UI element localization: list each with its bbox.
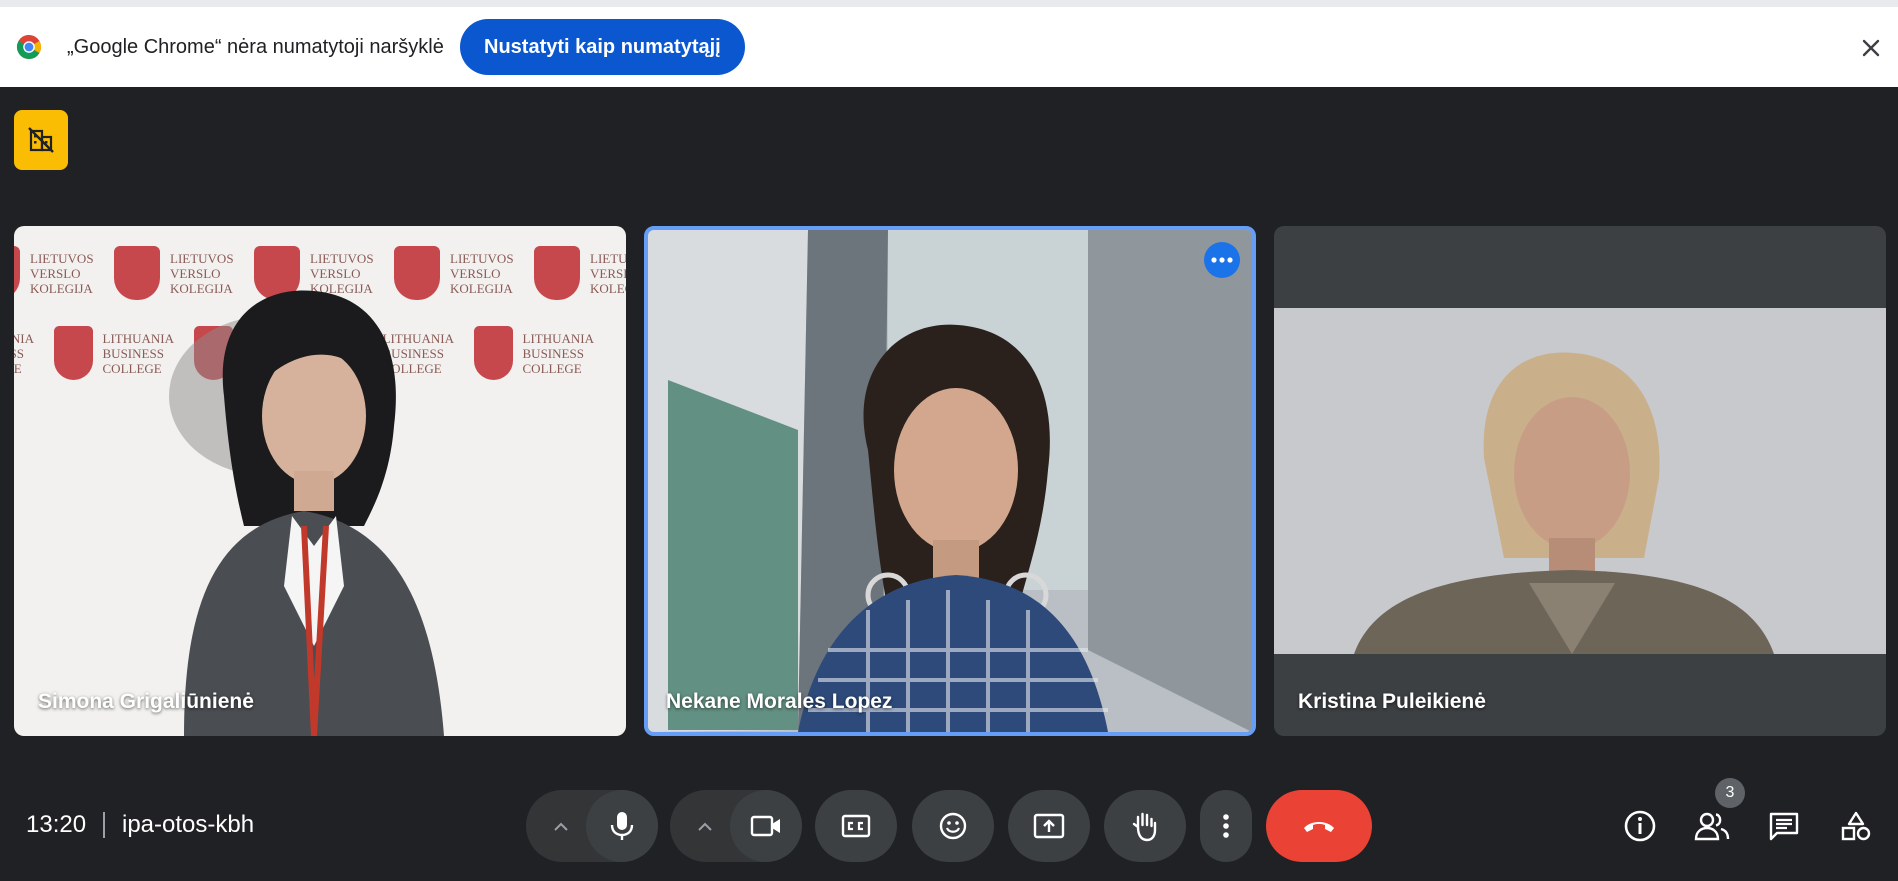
- more-options-button[interactable]: [1200, 790, 1252, 862]
- camera-button[interactable]: [730, 790, 802, 862]
- no-building-icon: [28, 127, 54, 153]
- video-settings-button[interactable]: [680, 790, 730, 862]
- participant-name: Nekane Morales Lopez: [666, 690, 893, 713]
- emoji-icon: [939, 812, 967, 840]
- phone-hangup-icon: [1304, 822, 1334, 832]
- more-vert-icon: [1223, 814, 1229, 838]
- divider: [103, 812, 105, 838]
- leave-call-button[interactable]: [1266, 790, 1372, 862]
- meeting-clock: 13:20: [26, 811, 87, 838]
- set-default-browser-button[interactable]: Nustatyti kaip numatytąjį: [460, 19, 745, 75]
- people-button[interactable]: [1692, 806, 1732, 846]
- mic-button[interactable]: [586, 790, 658, 862]
- mic-icon: [610, 812, 634, 840]
- meeting-details-button[interactable]: [1620, 806, 1660, 846]
- raise-hand-button[interactable]: [1104, 790, 1186, 862]
- shapes-icon: [1841, 811, 1871, 841]
- activities-button[interactable]: [1836, 806, 1876, 846]
- chat-button[interactable]: [1764, 806, 1804, 846]
- more-horiz-icon: [1211, 257, 1233, 263]
- participant-video: [1274, 308, 1886, 654]
- close-icon[interactable]: [1858, 35, 1884, 61]
- participant-tile-3[interactable]: Kristina Puleikienė: [1274, 226, 1886, 736]
- infobar-message: „Google Chrome“ nėra numatytoji naršyklė: [67, 36, 444, 58]
- present-button[interactable]: [1008, 790, 1090, 862]
- chat-icon: [1769, 812, 1799, 841]
- camera-icon: [750, 815, 780, 837]
- info-icon: [1624, 810, 1656, 842]
- chevron-up-icon: [554, 822, 568, 831]
- audio-settings-button[interactable]: [536, 790, 586, 862]
- cc-icon: [841, 814, 871, 838]
- participant-video: [169, 290, 444, 736]
- present-screen-icon: [1033, 813, 1065, 839]
- people-count-badge: 3: [1715, 778, 1745, 808]
- captions-button[interactable]: [815, 790, 897, 862]
- chevron-up-icon: [698, 822, 712, 831]
- participant-tile-2[interactable]: Nekane Morales Lopez: [644, 226, 1256, 736]
- participant-name: Kristina Puleikienė: [1298, 690, 1486, 713]
- default-browser-infobar: „Google Chrome“ nėra numatytoji naršyklė…: [0, 0, 1898, 87]
- participant-video: [648, 230, 1252, 732]
- meeting-code: ipa-otos-kbh: [122, 811, 255, 838]
- people-icon: [1694, 812, 1730, 841]
- no-building-badge[interactable]: [14, 110, 68, 170]
- participant-tile-1[interactable]: LIETUVOS VERSLO KOLEGIJA LIETUVOS VERSLO KOL…: [14, 226, 626, 736]
- chrome-logo-icon: [16, 34, 42, 60]
- hand-icon: [1132, 812, 1157, 842]
- reactions-button[interactable]: [912, 790, 994, 862]
- tile-more-options-button[interactable]: [1204, 242, 1240, 278]
- participant-name: Simona Grigaliūnienė: [38, 690, 254, 713]
